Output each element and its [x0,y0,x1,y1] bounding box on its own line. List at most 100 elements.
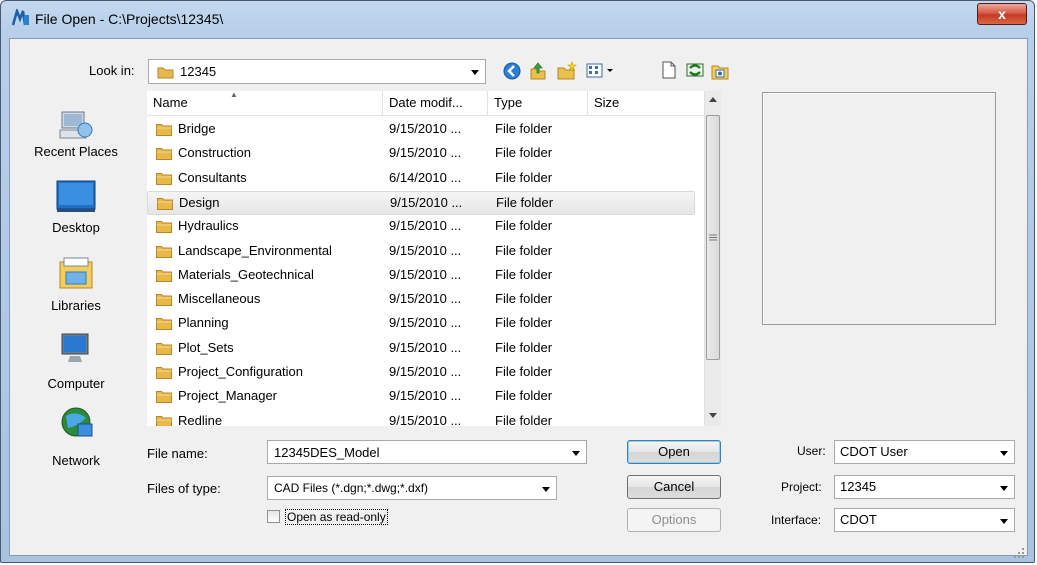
file-name-cell: Consultants [178,169,247,185]
file-name-cell: Landscape_Environmental [178,242,332,258]
type-cell: File folder [495,218,553,234]
interface-select[interactable]: CDOT [834,508,1015,532]
folder-icon [156,124,172,136]
open-button[interactable]: Open [627,440,721,464]
file-name-cell: Project_Manager [178,388,277,404]
folder-icon [157,67,174,79]
file-type-value: CAD Files (*.dgn;*.dwg;*.dxf) [274,481,429,495]
file-row[interactable]: Plot_Sets 9/15/2010 ... File folder [147,337,695,361]
project-select[interactable]: 12345 [834,475,1015,499]
place-label: Network [52,453,100,468]
file-row[interactable]: Design 9/15/2010 ... File folder [147,190,695,215]
date-cell: 6/14/2010 ... [389,169,462,185]
chevron-down-icon [1000,486,1008,491]
desktop-icon [56,180,96,212]
file-name-cell: Hydraulics [178,218,239,234]
scroll-up-icon[interactable] [709,96,717,102]
folder-icon [156,221,172,234]
column-header-name[interactable]: Name ▲ [147,91,383,115]
resize-grip-icon[interactable] [1014,548,1024,558]
options-button[interactable]: Options [627,508,721,532]
read-only-label[interactable]: Open as read-only [285,509,388,525]
type-cell: File folder [495,145,553,161]
type-cell: File folder [495,291,553,307]
date-cell: 9/15/2010 ... [389,218,462,234]
date-cell: 9/15/2010 ... [389,291,462,307]
window-title: File Open - C:\Projects\12345\ [35,11,224,27]
vertical-scrollbar[interactable] [704,91,721,426]
refresh-icon[interactable] [684,60,706,80]
title-bar[interactable]: File Open - C:\Projects\12345\ x [1,1,1034,39]
folder-icon [156,294,172,307]
date-cell: 9/15/2010 ... [389,364,462,379]
file-row[interactable]: Materials_Geotechnical 9/15/2010 ... File … [147,264,695,288]
scroll-down-icon[interactable] [709,413,717,419]
file-type-select[interactable]: CAD Files (*.dgn;*.dwg;*.dxf) [267,476,557,500]
column-header-date[interactable]: Date modif... [383,91,488,115]
file-name-cell: Plot_Sets [178,339,234,355]
file-row[interactable]: Landscape_Environmental 9/15/2010 ... File… [147,240,695,264]
date-cell: 9/15/2010 ... [389,388,462,404]
interface-value: CDOT [840,512,877,527]
column-header-type[interactable]: Type [488,91,588,115]
file-row[interactable]: Construction 9/15/2010 ... File folder [147,142,695,166]
file-name-cell: Bridge [178,121,216,136]
file-list-header: Name ▲ Date modif... Type Size [147,91,704,116]
view-menu-icon[interactable] [586,62,620,80]
up-folder-icon[interactable] [528,61,548,81]
folder-icon [156,391,172,404]
look-in-label: Look in: [89,63,135,78]
date-cell: 9/15/2010 ... [389,242,462,258]
user-select[interactable]: CDOT User [834,440,1015,464]
type-cell: File folder [495,266,553,282]
chevron-down-icon [471,70,479,75]
file-row[interactable]: Consultants 6/14/2010 ... File folder [147,167,695,191]
file-name-cell: Project_Configuration [178,364,304,379]
place-label: Desktop [52,220,100,235]
computer-icon [61,333,89,362]
new-file-icon[interactable] [660,60,678,80]
user-label: User: [797,444,826,458]
file-row[interactable]: Redline 9/15/2010 ... File folder [147,410,695,426]
close-button[interactable]: x [977,3,1027,25]
file-row[interactable]: Project_Configuration 9/15/2010 ... File f… [147,361,695,385]
file-row[interactable]: Hydraulics 9/15/2010 ... File folder [147,215,695,239]
date-cell: 9/15/2010 ... [389,121,462,136]
recent-places-icon [59,111,93,139]
read-only-checkbox[interactable] [267,510,280,523]
file-row[interactable]: Bridge 9/15/2010 ... File folder [147,118,695,142]
folder-icon [156,415,172,426]
chevron-down-icon [572,451,580,456]
network-icon [61,407,93,437]
file-name-cell: Planning [178,315,229,331]
file-list[interactable]: Name ▲ Date modif... Type Size Bridge 9/1… [147,91,721,426]
type-cell: File folder [495,315,553,331]
file-row[interactable]: Project_Manager 9/15/2010 ... File folder [147,385,695,409]
back-icon[interactable] [503,62,521,80]
chevron-down-icon [542,487,550,492]
look-in-combo[interactable]: 12345 [148,59,486,84]
cancel-button[interactable]: Cancel [627,475,721,499]
look-in-value: 12345 [180,64,217,79]
date-cell: 9/15/2010 ... [389,315,462,331]
type-cell: File folder [495,169,553,185]
chevron-down-icon [1000,519,1008,524]
file-row[interactable]: Miscellaneous 9/15/2010 ... File folder [147,288,695,312]
type-cell: File folder [495,339,553,355]
file-row[interactable]: Planning 9/15/2010 ... File folder [147,312,695,336]
folder-icon [156,269,172,282]
type-cell: File folder [495,242,553,258]
scrollbar-thumb[interactable] [706,115,720,360]
new-folder-icon[interactable] [556,61,578,81]
scroll-grip-icon [709,234,717,241]
file-name-cell: Miscellaneous [178,291,261,307]
column-header-size[interactable]: Size [588,91,704,115]
interface-label: Interface: [771,513,822,527]
libraries-icon [59,257,93,289]
place-label: Computer [47,376,105,391]
special-folder-icon[interactable] [710,61,730,81]
file-name-input[interactable]: 12345DES_Model [267,440,587,464]
preview-pane [762,92,996,325]
date-cell: 9/15/2010 ... [390,194,463,210]
project-value: 12345 [840,479,877,494]
